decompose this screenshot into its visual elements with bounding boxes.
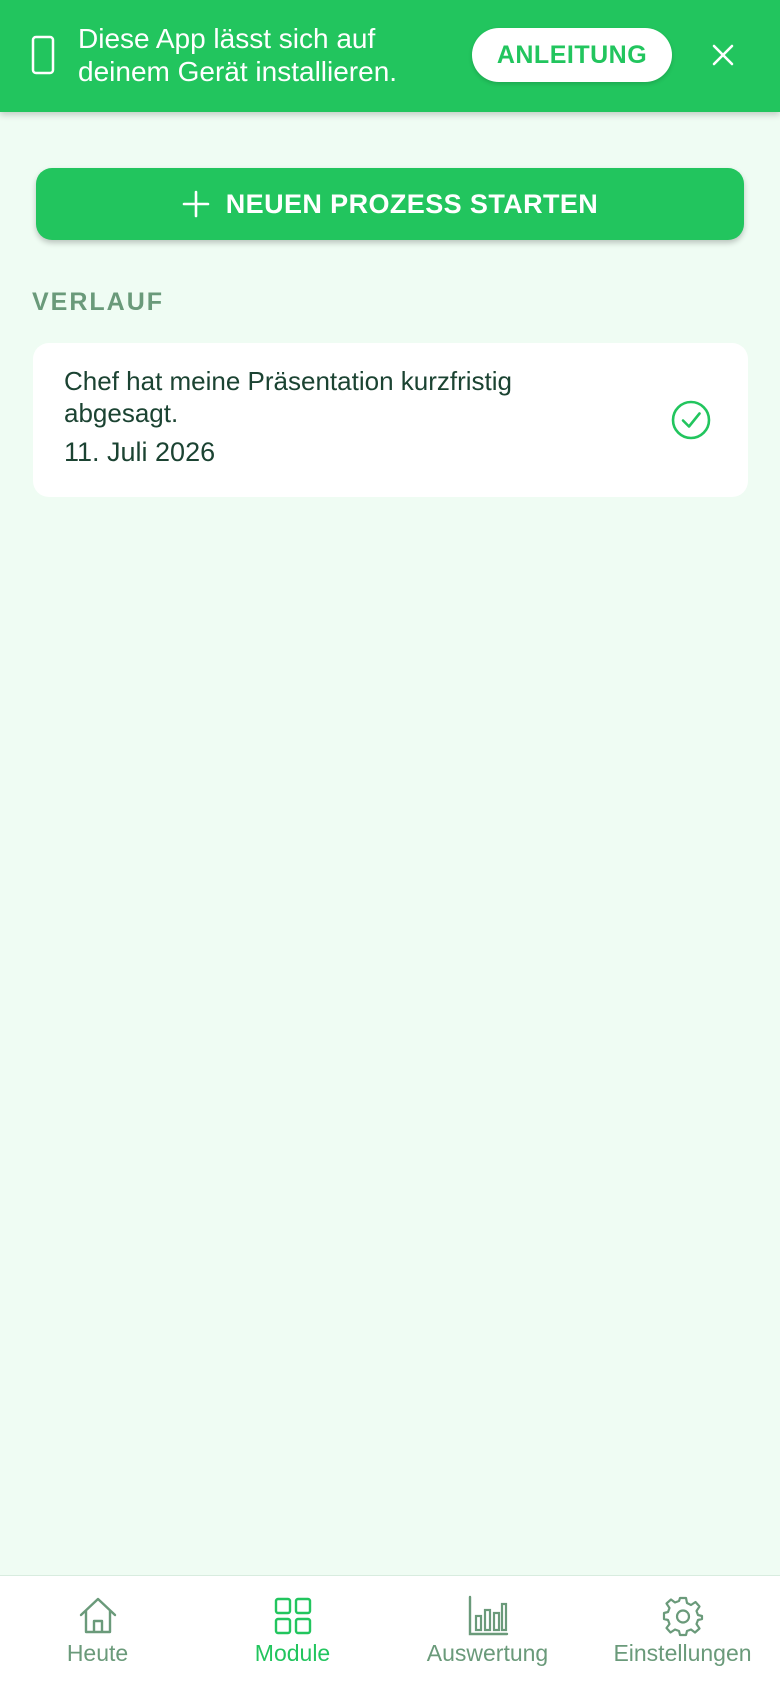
- plus-icon: [182, 190, 210, 218]
- start-new-process-button[interactable]: NEUEN PROZESS STARTEN: [36, 168, 744, 240]
- nav-item-heute[interactable]: Heute: [0, 1576, 195, 1688]
- history-entry-date: 11. Juli 2026: [64, 437, 216, 467]
- nav-item-module[interactable]: Module: [195, 1576, 390, 1688]
- bottom-navigation: Heute Module Auswertung Einstellungen: [0, 1575, 780, 1688]
- history-heading: VERLAUF: [32, 288, 165, 316]
- history-entry-text: Chef hat meine Präsentation kurzfristig …: [64, 366, 512, 428]
- history-entry[interactable]: Chef hat meine Präsentation kurzfristig …: [33, 343, 748, 497]
- nav-label-einstellungen: Einstellungen: [613, 1640, 752, 1666]
- nav-label-heute: Heute: [66, 1640, 129, 1666]
- install-banner: Diese App lässt sich auf deinem Gerät in…: [0, 0, 780, 112]
- guide-button[interactable]: ANLEITUNG: [472, 28, 672, 82]
- install-banner-message: Diese App lässt sich auf deinem Gerät in…: [78, 23, 398, 87]
- nav-item-auswertung[interactable]: Auswertung: [390, 1576, 585, 1688]
- smartphone-icon: [31, 35, 55, 75]
- nav-label-auswertung: Auswertung: [426, 1640, 549, 1666]
- nav-label-module: Module: [254, 1640, 331, 1666]
- nav-item-einstellungen[interactable]: Einstellungen: [585, 1576, 780, 1688]
- home-icon: [79, 1597, 116, 1634]
- grid-icon: [274, 1597, 311, 1635]
- check-circle-icon: [671, 400, 711, 440]
- start-button-label: NEUEN PROZESS STARTEN: [225, 188, 599, 219]
- close-icon[interactable]: [708, 40, 738, 70]
- bar-chart-icon: [468, 1595, 508, 1636]
- gear-icon: [662, 1596, 703, 1637]
